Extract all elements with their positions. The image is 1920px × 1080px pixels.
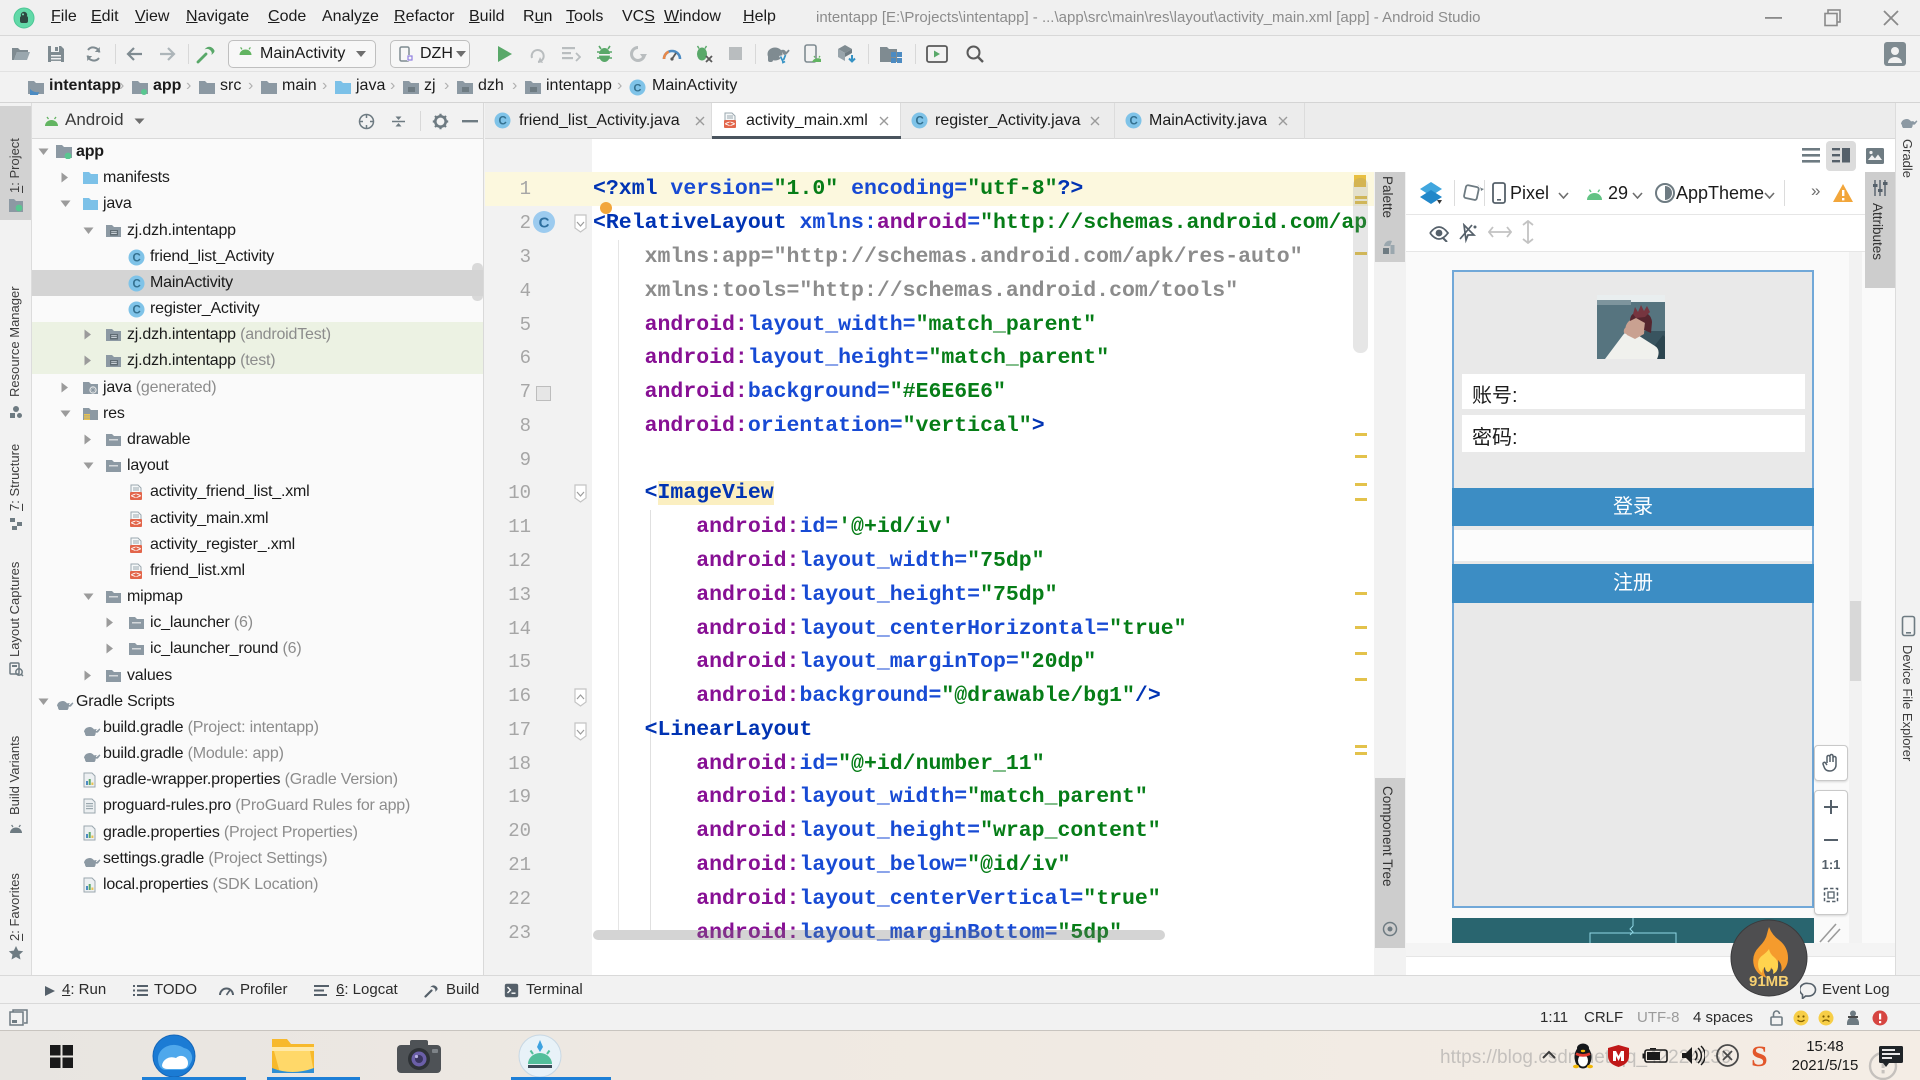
svg-text:<>: <> <box>131 491 141 501</box>
svg-text:<>: <> <box>131 518 141 528</box>
svg-text:C: C <box>1129 116 1137 128</box>
svg-text:<>: <> <box>131 544 141 554</box>
svg-text:C: C <box>132 305 140 317</box>
svg-text:<>: <> <box>131 570 141 580</box>
svg-text:C: C <box>539 215 550 232</box>
svg-text:<>: <> <box>725 119 735 129</box>
svg-text:C: C <box>132 279 140 291</box>
svg-text:C: C <box>132 253 140 265</box>
svg-text:91MB: 91MB <box>1749 973 1789 990</box>
svg-text:C: C <box>915 116 923 128</box>
svg-text:C: C <box>498 116 506 128</box>
svg-text:C: C <box>634 83 642 95</box>
